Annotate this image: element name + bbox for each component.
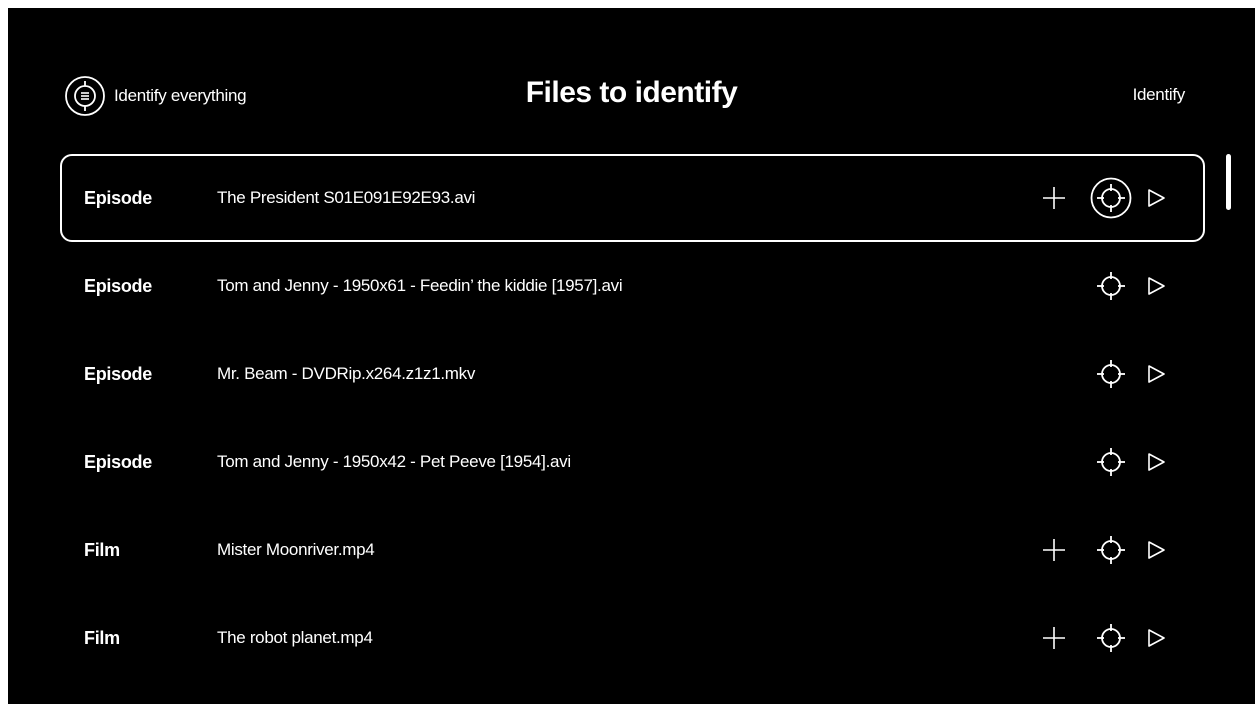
scrollbar[interactable]: [1226, 154, 1231, 210]
crosshair-icon: [1097, 448, 1125, 476]
plus-icon: [1043, 187, 1065, 209]
add-button[interactable]: [1041, 185, 1067, 211]
play-icon: [1148, 277, 1165, 295]
file-row[interactable]: Film Mister Moonriver.mp4: [60, 506, 1205, 594]
identify-file-button[interactable]: [1090, 265, 1132, 307]
add-button[interactable]: [1041, 537, 1067, 563]
file-name: Tom and Jenny - 1950x42 - Pet Peeve [195…: [217, 452, 571, 471]
play-button[interactable]: [1145, 187, 1167, 209]
crosshair-icon: [1097, 624, 1125, 652]
play-button[interactable]: [1145, 539, 1167, 561]
row-actions: [1013, 596, 1203, 680]
play-icon: [1148, 189, 1165, 207]
play-icon: [1148, 453, 1165, 471]
media-type-label: Episode: [84, 364, 152, 384]
plus-icon: [1043, 627, 1065, 649]
file-row[interactable]: Episode Mr. Beam - DVDRip.x264.z1z1.mkv: [60, 330, 1205, 418]
identify-button[interactable]: Identify: [1133, 85, 1186, 105]
file-row[interactable]: Episode Tom and Jenny - 1950x42 - Pet Pe…: [60, 418, 1205, 506]
crosshair-icon: [1097, 272, 1125, 300]
media-type-label: Episode: [84, 276, 152, 296]
file-row[interactable]: Episode Tom and Jenny - 1950x61 - Feedin…: [60, 242, 1205, 330]
identify-file-button[interactable]: [1090, 529, 1132, 571]
play-icon: [1148, 629, 1165, 647]
row-actions: [1013, 332, 1203, 416]
screen: Identify everything Files to identify Id…: [8, 8, 1255, 704]
identify-file-button[interactable]: [1090, 177, 1132, 219]
play-button[interactable]: [1145, 627, 1167, 649]
header: Identify everything Files to identify Id…: [8, 70, 1255, 122]
crosshair-icon: [1097, 360, 1125, 388]
play-button[interactable]: [1145, 275, 1167, 297]
media-type-label: Episode: [84, 452, 152, 472]
file-name: The President S01E091E92E93.avi: [217, 188, 476, 207]
file-name: Mr. Beam - DVDRip.x264.z1z1.mkv: [217, 364, 476, 383]
row-actions: [1013, 244, 1203, 328]
play-icon: [1148, 541, 1165, 559]
file-name: Mister Moonriver.mp4: [217, 540, 375, 559]
row-actions: [1013, 508, 1203, 592]
crosshair-icon: [1090, 177, 1132, 219]
crosshair-icon: [1097, 536, 1125, 564]
play-button[interactable]: [1145, 363, 1167, 385]
add-button[interactable]: [1041, 625, 1067, 651]
play-icon: [1148, 365, 1165, 383]
row-actions: [1013, 420, 1203, 504]
play-button[interactable]: [1145, 451, 1167, 473]
file-row[interactable]: Episode The President S01E091E92E93.avi: [60, 154, 1205, 242]
media-type-label: Film: [84, 628, 120, 648]
media-type-label: Film: [84, 540, 120, 560]
file-name: Tom and Jenny - 1950x61 - Feedin’ the ki…: [217, 276, 623, 295]
row-actions: [1013, 156, 1203, 240]
file-row[interactable]: Film The robot planet.mp4: [60, 594, 1205, 682]
identify-file-button[interactable]: [1090, 617, 1132, 659]
identify-file-button[interactable]: [1090, 441, 1132, 483]
plus-icon: [1043, 539, 1065, 561]
file-list: Episode The President S01E091E92E93.avi: [60, 154, 1205, 682]
file-name: The robot planet.mp4: [217, 628, 373, 647]
identify-file-button[interactable]: [1090, 353, 1132, 395]
media-type-label: Episode: [84, 188, 152, 208]
page-title: Files to identify: [525, 76, 738, 109]
